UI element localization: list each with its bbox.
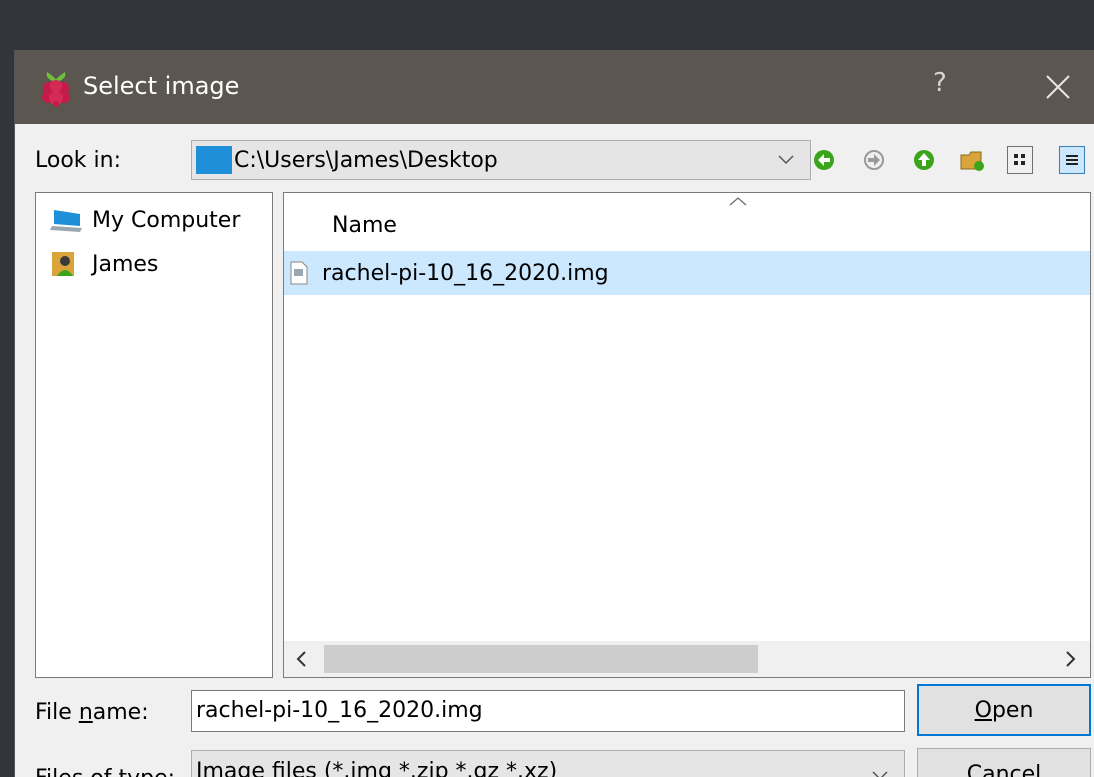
look-in-combo[interactable]: C:\Users\James\Desktop — [191, 140, 811, 180]
list-view-icon — [1014, 154, 1025, 165]
list-view-button[interactable] — [1007, 146, 1033, 174]
desktop-icon — [196, 146, 232, 174]
horizontal-scrollbar[interactable] — [284, 641, 1090, 677]
detail-view-button[interactable] — [1059, 146, 1085, 174]
chevron-down-icon — [778, 155, 794, 165]
file-icon — [290, 261, 308, 285]
column-header-name[interactable]: Name — [284, 193, 1090, 251]
back-button[interactable] — [811, 146, 837, 174]
select-image-dialog: Select image ? Look in: C:\Users\James\D… — [14, 50, 1094, 777]
new-folder-icon — [960, 151, 984, 171]
user-icon — [52, 252, 74, 276]
sidebar-places: My Computer James — [35, 192, 273, 678]
sidebar-item-label: My Computer — [92, 207, 241, 233]
sidebar-item-james[interactable]: James — [50, 249, 158, 279]
new-folder-button[interactable] — [959, 146, 985, 174]
sort-ascending-icon — [729, 197, 747, 206]
close-icon[interactable] — [1041, 70, 1075, 104]
file-type-label: Files of type: — [35, 766, 175, 777]
file-name-label: File name: — [35, 700, 149, 725]
file-type-combo[interactable]: Image files (*.img *.zip *.gz *.xz) — [191, 750, 905, 777]
chevron-left-icon[interactable] — [292, 649, 312, 669]
file-list: Name rachel-pi-10_16_2020.img — [283, 192, 1091, 678]
file-type-value: Image files (*.img *.zip *.gz *.xz) — [196, 759, 558, 777]
scrollbar-thumb[interactable] — [324, 645, 758, 673]
column-name-label: Name — [332, 213, 397, 238]
computer-icon — [50, 210, 82, 232]
raspberry-icon — [42, 72, 70, 107]
chevron-down-icon — [872, 771, 888, 777]
forward-icon — [864, 150, 884, 170]
file-name: rachel-pi-10_16_2020.img — [322, 260, 609, 286]
file-row[interactable]: rachel-pi-10_16_2020.img — [284, 251, 1090, 295]
dialog-title: Select image — [83, 72, 240, 100]
look-in-path: C:\Users\James\Desktop — [234, 147, 498, 173]
chevron-right-icon[interactable] — [1060, 649, 1080, 669]
cancel-button[interactable]: Cancel — [917, 748, 1091, 777]
sidebar-item-label: James — [92, 251, 159, 277]
sidebar-item-my-computer[interactable]: My Computer — [50, 205, 240, 235]
forward-button[interactable] — [861, 146, 887, 174]
up-button[interactable] — [911, 146, 937, 174]
look-in-label: Look in: — [35, 148, 121, 173]
back-icon — [814, 150, 834, 170]
help-button[interactable]: ? — [933, 68, 947, 98]
up-icon — [914, 150, 934, 170]
detail-view-icon — [1066, 155, 1078, 165]
file-name-field[interactable]: rachel-pi-10_16_2020.img — [191, 690, 905, 732]
title-bar[interactable]: Select image ? — [15, 50, 1094, 124]
open-button[interactable]: Open — [917, 684, 1091, 736]
